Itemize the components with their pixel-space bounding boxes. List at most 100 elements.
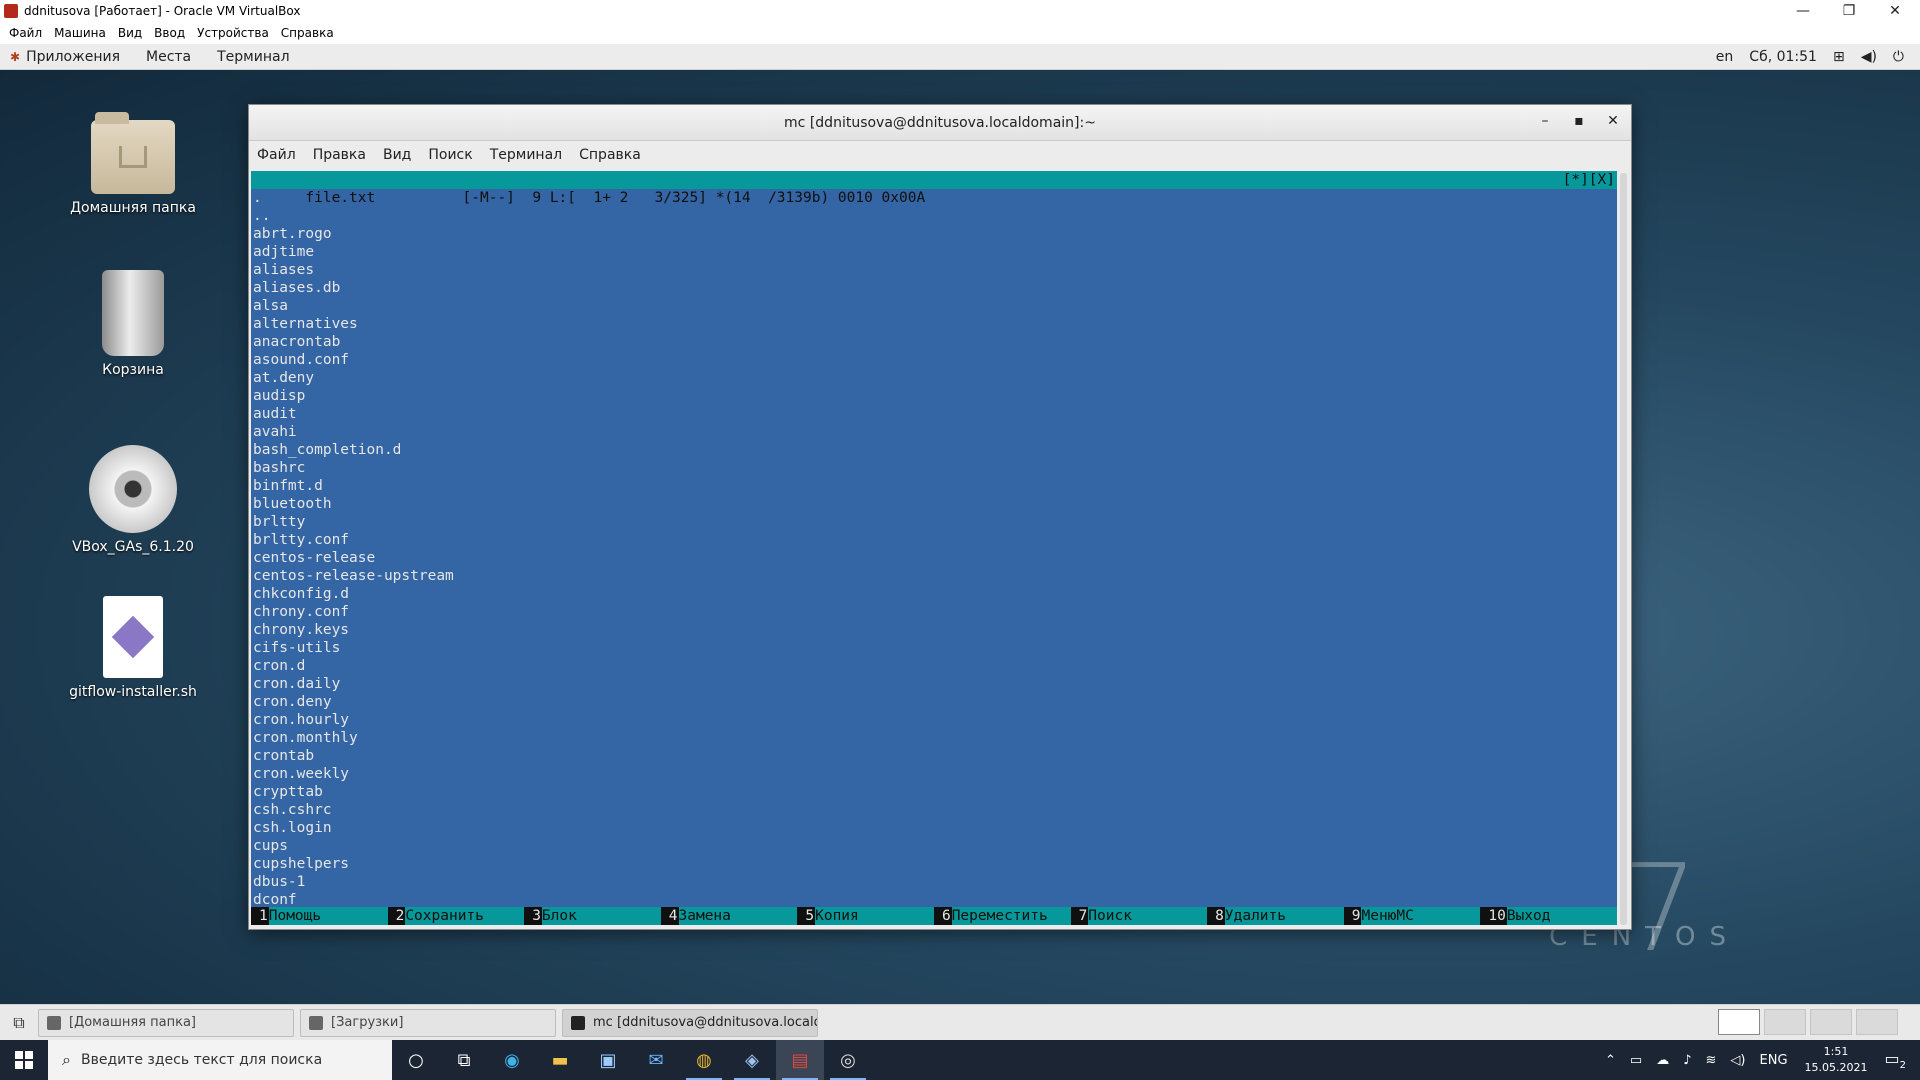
editor-line: audisp bbox=[253, 388, 306, 404]
search-placeholder: Введите здесь текст для поиска bbox=[80, 1052, 323, 1068]
taskbar-item-terminal[interactable]: mc [ddnitusova@ddnitusova.localdo... bbox=[562, 1008, 818, 1037]
places-menu[interactable]: Места bbox=[146, 49, 191, 65]
function-key-label: МенюMC bbox=[1361, 908, 1414, 924]
microphone-icon[interactable]: ♪ bbox=[1683, 1053, 1691, 1068]
close-button[interactable]: ✕ bbox=[1872, 0, 1918, 22]
terminal-minimize-button[interactable]: – bbox=[1535, 113, 1555, 129]
editor-line: adjtime bbox=[253, 244, 315, 260]
workspace-4[interactable] bbox=[1856, 1009, 1898, 1035]
terminal-scrollbar[interactable] bbox=[1620, 173, 1627, 925]
editor-line: cron.d bbox=[253, 658, 306, 674]
editor-line: dbus-1 bbox=[253, 874, 306, 890]
notification-count: 2 bbox=[1899, 1060, 1906, 1072]
editor-line: abrt.rogo bbox=[253, 226, 332, 242]
vbox-menubar: Файл Машина Вид Ввод Устройства Справка bbox=[0, 22, 1920, 44]
function-key-6[interactable]: 6 Переместить bbox=[933, 907, 1071, 925]
function-key-3[interactable]: 3 Блок bbox=[524, 907, 661, 925]
function-key-10[interactable]: 10 Выход bbox=[1480, 907, 1617, 925]
taskbar-item-home[interactable]: [Домашняя папка] bbox=[38, 1008, 294, 1037]
function-key-7[interactable]: 7 Поиск bbox=[1070, 907, 1208, 925]
show-desktop-icon[interactable]: ⧉ bbox=[0, 1005, 38, 1041]
function-key-number: 6 bbox=[933, 907, 952, 925]
speaker-icon[interactable]: ◁) bbox=[1730, 1053, 1745, 1068]
taskbar-search-box[interactable]: ⌕ Введите здесь текст для поиска bbox=[48, 1040, 392, 1080]
workspace-1[interactable] bbox=[1718, 1009, 1760, 1035]
store-icon[interactable]: ▣ bbox=[584, 1040, 632, 1080]
function-key-9[interactable]: 9 МенюMC bbox=[1343, 907, 1481, 925]
power-icon[interactable]: ⏻ bbox=[1893, 49, 1904, 65]
trash-icon bbox=[102, 270, 164, 356]
terminal-menu-terminal[interactable]: Терминал bbox=[490, 147, 562, 163]
notifications-icon[interactable]: ▭2 bbox=[1885, 1049, 1907, 1071]
editor-line: cron.daily bbox=[253, 676, 341, 692]
task-view-icon[interactable]: ⧉ bbox=[440, 1040, 488, 1080]
terminal-titlebar[interactable]: mc [ddnitusova@ddnitusova.localdomain]:~… bbox=[249, 105, 1631, 141]
workspace-2[interactable] bbox=[1764, 1009, 1806, 1035]
network-icon[interactable]: ⊞ bbox=[1833, 49, 1845, 65]
folder-icon bbox=[47, 1015, 61, 1030]
editor-line: cupshelpers bbox=[253, 856, 350, 872]
desktop-icon-home[interactable]: Домашняя папка bbox=[58, 112, 208, 216]
editor-line: bash_completion.d bbox=[253, 442, 402, 458]
editor-line: avahi bbox=[253, 424, 297, 440]
function-key-4[interactable]: 4 Замена bbox=[660, 907, 798, 925]
tray-meet-icon[interactable]: ▭ bbox=[1630, 1053, 1642, 1068]
terminal-close-button[interactable]: ✕ bbox=[1603, 113, 1623, 129]
function-key-number: 2 bbox=[387, 907, 406, 925]
terminal-menu-search[interactable]: Поиск bbox=[428, 147, 472, 163]
function-key-5[interactable]: 5 Копия bbox=[797, 907, 934, 925]
edge-icon[interactable]: ◉ bbox=[488, 1040, 536, 1080]
desktop-icon-cd[interactable]: VBox_GAs_6.1.20 bbox=[58, 445, 208, 555]
function-key-8[interactable]: 8 Удалить bbox=[1207, 907, 1344, 925]
vbox-menu-file[interactable]: Файл bbox=[9, 26, 42, 40]
function-key-2[interactable]: 2 Сохранить bbox=[387, 907, 525, 925]
workspace-3[interactable] bbox=[1810, 1009, 1852, 1035]
gnome-top-panel: ✱ Приложения Места Терминал en Сб, 01:51… bbox=[0, 44, 1920, 70]
onedrive-icon[interactable]: ☁ bbox=[1656, 1053, 1669, 1068]
editor-line: anacrontab bbox=[253, 334, 341, 350]
function-key-1[interactable]: 1 Помощь bbox=[251, 907, 388, 925]
function-key-label: Копия bbox=[815, 908, 859, 924]
wifi-icon[interactable]: ≋ bbox=[1706, 1053, 1717, 1068]
vbox-menu-view[interactable]: Вид bbox=[118, 26, 142, 40]
terminal-menu-help[interactable]: Справка bbox=[579, 147, 641, 163]
restore-button[interactable]: ❐ bbox=[1826, 0, 1872, 22]
terminal-menu-edit[interactable]: Правка bbox=[313, 147, 366, 163]
terminal-menu[interactable]: Терминал bbox=[217, 49, 289, 65]
vbox-menu-help[interactable]: Справка bbox=[281, 26, 334, 40]
mc-editor-screen[interactable]: file.txt [-M--] 9 L:[ 1+ 2 3/325] *(14 /… bbox=[251, 171, 1617, 925]
tray-overflow-icon[interactable]: ⌃ bbox=[1605, 1053, 1616, 1068]
mail-icon[interactable]: ✉ bbox=[632, 1040, 680, 1080]
virtualbox-icon[interactable]: ◈ bbox=[728, 1040, 776, 1080]
function-key-number: 8 bbox=[1207, 907, 1225, 925]
taskbar-item-downloads[interactable]: [Загрузки] bbox=[300, 1008, 556, 1037]
desktop-icon-script[interactable]: gitflow-installer.sh bbox=[58, 596, 208, 700]
obs-icon[interactable]: ◎ bbox=[824, 1040, 872, 1080]
folder-icon bbox=[309, 1015, 323, 1030]
tray-clock[interactable]: 1:51 15.05.2021 bbox=[1805, 1044, 1868, 1076]
terminal-window: mc [ddnitusova@ddnitusova.localdomain]:~… bbox=[248, 104, 1632, 930]
desktop-icon-trash[interactable]: Корзина bbox=[58, 270, 208, 378]
mc-editor-text[interactable]: ...abrt.rogoadjtimealiasesaliases.dbalsa… bbox=[251, 189, 1617, 909]
terminal-maximize-button[interactable]: ▪ bbox=[1569, 113, 1589, 129]
terminal-menu-file[interactable]: Файл bbox=[257, 147, 296, 163]
chrome-icon[interactable]: ◍ bbox=[680, 1040, 728, 1080]
minimize-button[interactable]: — bbox=[1780, 0, 1826, 22]
applications-menu[interactable]: Приложения bbox=[26, 49, 120, 65]
function-key-number: 9 bbox=[1343, 907, 1362, 925]
virtualbox-vm-icon[interactable]: ▤ bbox=[776, 1040, 824, 1080]
vbox-menu-input[interactable]: Ввод bbox=[154, 26, 185, 40]
input-language[interactable]: ENG bbox=[1760, 1053, 1788, 1068]
terminal-menu-view[interactable]: Вид bbox=[383, 147, 411, 163]
cortana-icon[interactable]: ○ bbox=[392, 1040, 440, 1080]
keyboard-layout-indicator[interactable]: en bbox=[1716, 49, 1734, 65]
taskbar-item-label: [Загрузки] bbox=[331, 1015, 404, 1030]
cd-icon bbox=[89, 445, 177, 533]
volume-icon[interactable]: ◀) bbox=[1861, 49, 1877, 65]
vbox-menu-devices[interactable]: Устройства bbox=[197, 26, 269, 40]
start-button[interactable] bbox=[0, 1040, 48, 1080]
desktop-icon-label: Домашняя папка bbox=[70, 200, 196, 216]
vbox-menu-machine[interactable]: Машина bbox=[54, 26, 106, 40]
panel-clock[interactable]: Сб, 01:51 bbox=[1749, 49, 1817, 65]
explorer-icon[interactable]: ▬ bbox=[536, 1040, 584, 1080]
